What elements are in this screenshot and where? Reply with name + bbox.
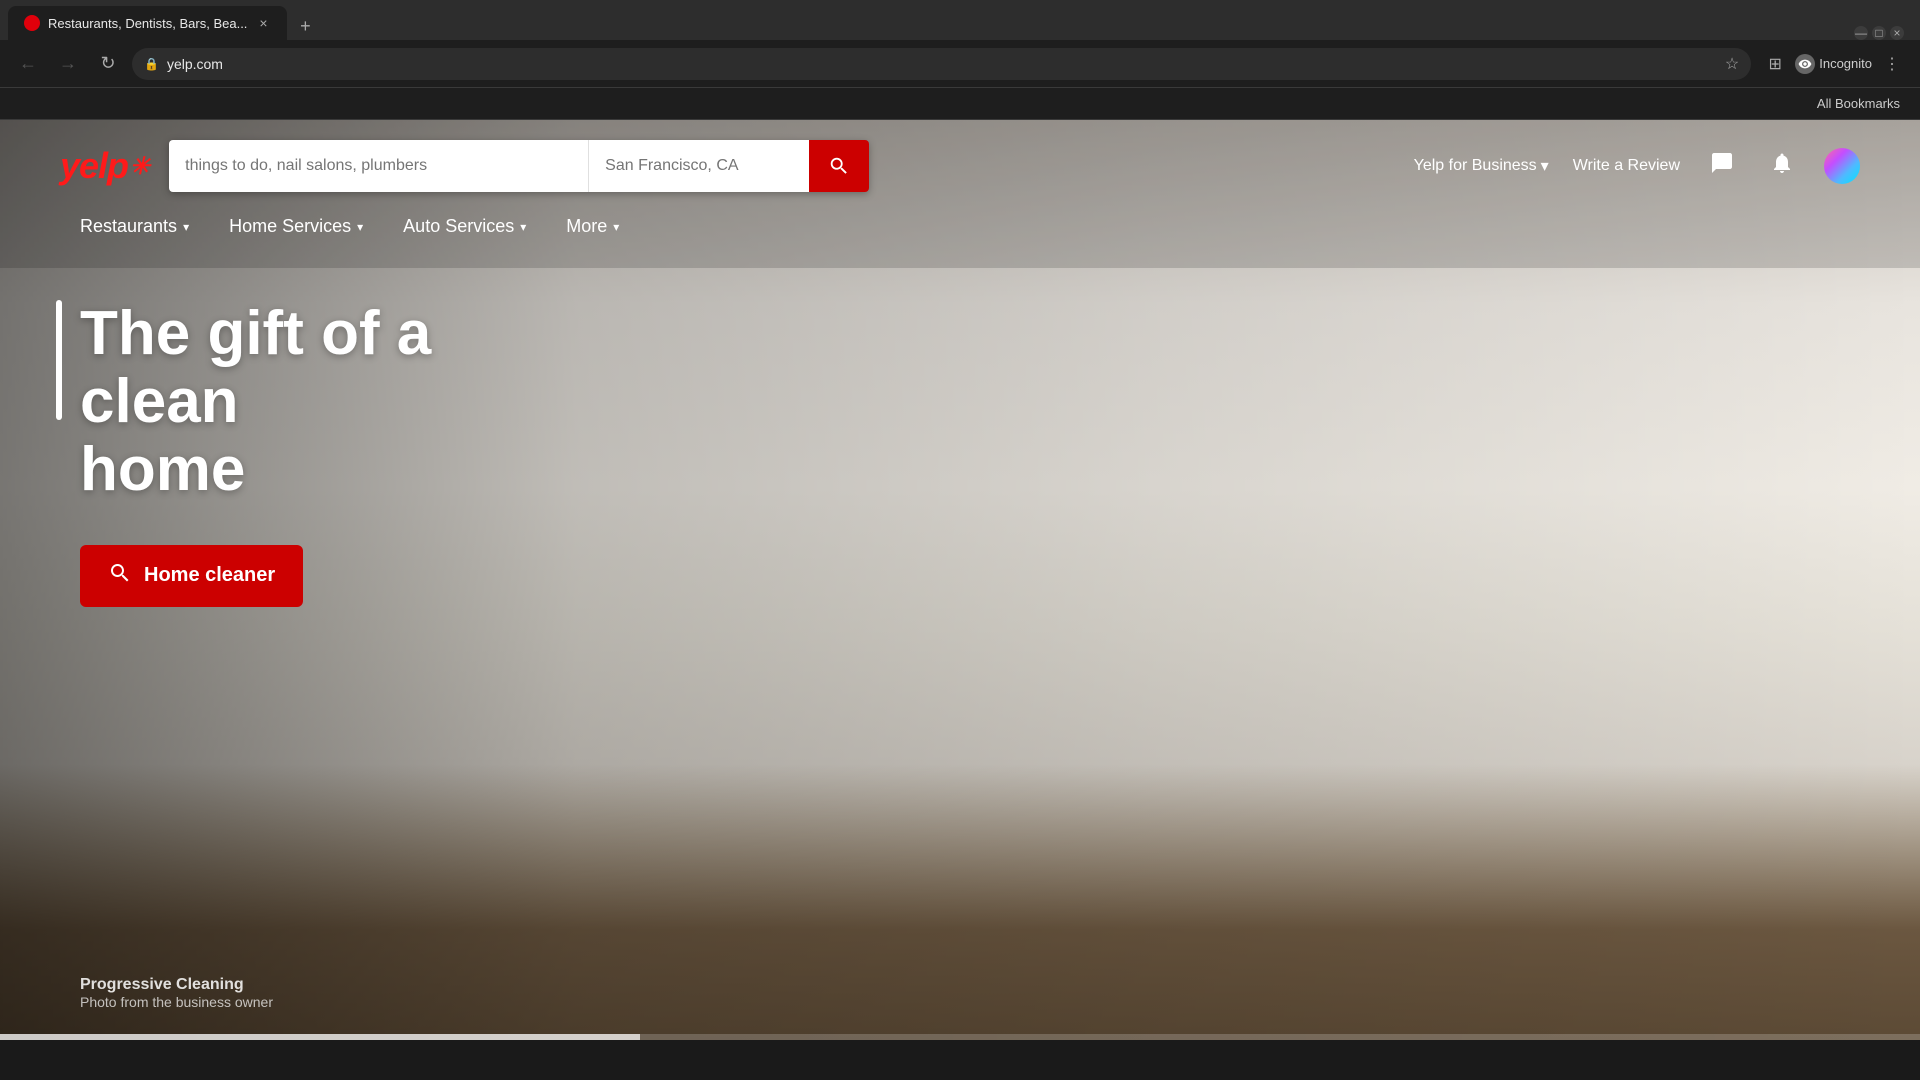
bookmark-star-icon[interactable]: ☆ xyxy=(1725,54,1739,74)
slide-indicators xyxy=(0,1034,1920,1040)
reload-icon: ↻ xyxy=(100,53,115,74)
bookmarks-bar-right: All Bookmarks xyxy=(1809,92,1908,115)
search-form xyxy=(169,140,869,192)
forward-icon: → xyxy=(59,53,77,74)
yelp-for-business-link[interactable]: Yelp for Business ▾ xyxy=(1414,156,1549,176)
write-review-label: Write a Review xyxy=(1573,157,1680,175)
hero-title: The gift of a clean home xyxy=(80,300,580,505)
yelp-burst-icon: ✳ xyxy=(130,152,149,181)
tab-close-button[interactable]: × xyxy=(255,15,271,31)
nav-item-auto-services[interactable]: Auto Services ▾ xyxy=(383,208,546,248)
back-icon: ← xyxy=(19,53,37,74)
user-avatar[interactable] xyxy=(1824,148,1860,184)
lock-icon: 🔒 xyxy=(144,57,159,71)
hero-title-line2: home xyxy=(80,435,245,504)
nav-restaurants-label: Restaurants xyxy=(80,216,177,237)
search-submit-button[interactable] xyxy=(809,140,869,192)
minimize-button[interactable]: — xyxy=(1854,26,1868,40)
toolbar-actions: ⊞ Incognito ⋮ xyxy=(1759,48,1908,80)
hero-title-line1: The gift of a clean xyxy=(80,299,431,436)
messages-button[interactable] xyxy=(1704,148,1740,184)
auto-services-dropdown-icon: ▾ xyxy=(520,220,526,234)
forward-button[interactable]: → xyxy=(52,48,84,80)
cta-search-icon xyxy=(108,561,132,591)
reload-button[interactable]: ↻ xyxy=(92,48,124,80)
incognito-label: Incognito xyxy=(1819,56,1872,71)
more-dropdown-icon: ▾ xyxy=(613,220,619,234)
browser-chrome: Restaurants, Dentists, Bars, Bea... × + … xyxy=(0,0,1920,120)
nav-auto-services-label: Auto Services xyxy=(403,216,514,237)
home-services-dropdown-icon: ▾ xyxy=(357,220,363,234)
photo-credit-business-name: Progressive Cleaning xyxy=(80,976,273,994)
hero-cta-label: Home cleaner xyxy=(144,564,275,587)
browser-toolbar: ← → ↻ 🔒 yelp.com ☆ ⊞ Incognito xyxy=(0,40,1920,88)
restaurants-dropdown-icon: ▾ xyxy=(183,220,189,234)
hero-content: The gift of a clean home Home cleaner xyxy=(80,300,580,607)
nav-more-label: More xyxy=(566,216,607,237)
extensions-button[interactable]: ⊞ xyxy=(1759,48,1791,80)
hero-cta-button[interactable]: Home cleaner xyxy=(80,545,303,607)
close-window-button[interactable]: × xyxy=(1890,26,1904,40)
tab-title: Restaurants, Dentists, Bars, Bea... xyxy=(48,16,247,31)
address-bar[interactable]: 🔒 yelp.com ☆ xyxy=(132,48,1751,80)
yelp-logo[interactable]: yelp✳ xyxy=(60,145,149,187)
browser-tabs: Restaurants, Dentists, Bars, Bea... × + … xyxy=(0,0,1920,40)
all-bookmarks-link[interactable]: All Bookmarks xyxy=(1809,92,1908,115)
bell-icon xyxy=(1770,151,1794,181)
yelp-nav: Restaurants ▾ Home Services ▾ Auto Servi… xyxy=(60,208,1860,248)
active-tab[interactable]: Restaurants, Dentists, Bars, Bea... × xyxy=(8,6,287,40)
menu-icon: ⋮ xyxy=(1884,54,1900,74)
search-submit-icon xyxy=(828,155,850,177)
tab-favicon-yelp xyxy=(24,15,40,31)
yelp-header: yelp✳ Yelp for Business ▾ Wr xyxy=(0,120,1920,268)
incognito-badge: Incognito xyxy=(1795,54,1872,74)
bookmarks-bar: All Bookmarks xyxy=(0,88,1920,120)
yelp-header-top: yelp✳ Yelp for Business ▾ Wr xyxy=(60,140,1860,192)
header-right-actions: Yelp for Business ▾ Write a Review xyxy=(1414,148,1860,184)
notifications-button[interactable] xyxy=(1764,148,1800,184)
slide-indicator-active[interactable] xyxy=(0,1034,640,1040)
yelp-website: yelp✳ Yelp for Business ▾ Wr xyxy=(0,120,1920,1040)
messages-icon xyxy=(1710,151,1734,181)
address-bar-url[interactable]: yelp.com xyxy=(167,56,1717,72)
yelp-logo-text: yelp xyxy=(60,145,128,187)
incognito-icon xyxy=(1795,54,1815,74)
photo-credit-subtitle: Photo from the business owner xyxy=(80,994,273,1010)
hero-accent-line xyxy=(56,300,62,420)
nav-home-services-label: Home Services xyxy=(229,216,351,237)
new-tab-button[interactable]: + xyxy=(291,12,319,40)
write-review-link[interactable]: Write a Review xyxy=(1573,157,1680,175)
search-find-input[interactable] xyxy=(169,140,589,192)
yelp-for-business-label: Yelp for Business xyxy=(1414,157,1537,175)
menu-button[interactable]: ⋮ xyxy=(1876,48,1908,80)
back-button[interactable]: ← xyxy=(12,48,44,80)
nav-item-home-services[interactable]: Home Services ▾ xyxy=(209,208,383,248)
extensions-icon: ⊞ xyxy=(1769,54,1782,74)
maximize-button[interactable]: □ xyxy=(1872,26,1886,40)
nav-item-more[interactable]: More ▾ xyxy=(546,208,639,248)
search-near-input[interactable] xyxy=(589,140,809,192)
photo-credit: Progressive Cleaning Photo from the busi… xyxy=(80,976,273,1010)
business-link-chevron: ▾ xyxy=(1541,156,1549,176)
nav-item-restaurants[interactable]: Restaurants ▾ xyxy=(60,208,209,248)
